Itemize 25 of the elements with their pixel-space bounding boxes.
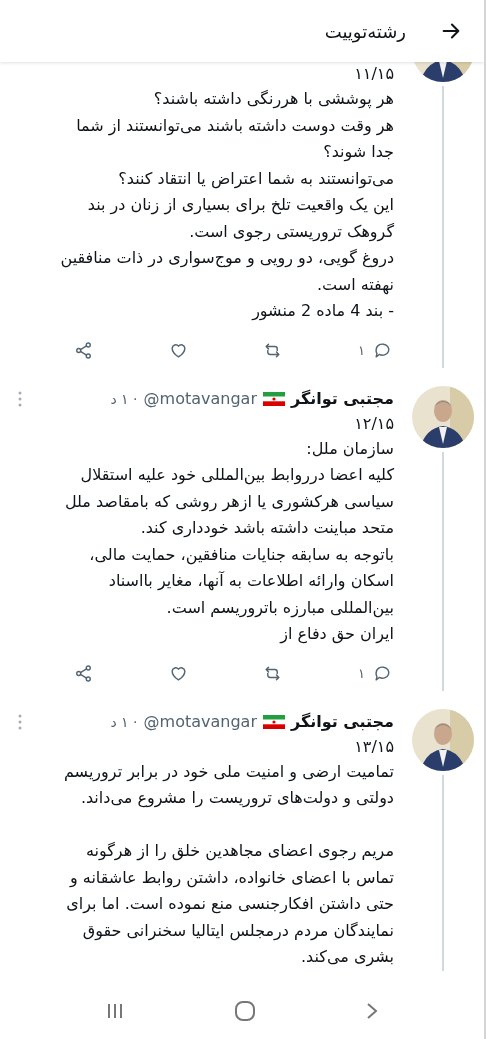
user-handle: @motavangar <box>143 712 257 731</box>
retweet-icon[interactable] <box>263 663 283 683</box>
post-date: ۱۲/۱۵ <box>353 412 394 435</box>
home-icon[interactable] <box>234 1000 256 1022</box>
tweet-text: هر پوششی با هررنگی داشته باشند؟ هر وقت دوست داشته باشند می‌توانستند از شما جدا شوند؟ می‌توانستند به شما اعتراض یا انتقاد کنند؟ این یک واقعیت تلخ برای بسیاری از زنان در بند گروهک تروریستی رجوی است. دروغ گویی، دو رویی و موج‌سواری در ذات منافقین نهفته است. - بند 4 ماده 2 منشور <box>59 88 394 323</box>
share-icon[interactable] <box>74 663 93 683</box>
reply-count: ۱ <box>358 665 365 681</box>
tweet-text: سازمان ملل: کلیه اعضا درروابط بین‌المللی خود علیه استقلال سیاسی هرکشوری یا ازهر روشی که بامقاصد ملل متحد مباینت داشته باشد خودداری کند. باتوجه به سابقه جنایات منافقین، حمایت مالی، اسکان وارائه اطلاعات به آنها، مغایر بااسناد بین‌المللی مبارزه باتروریسم است. ایران حق دفاع از <box>63 437 394 646</box>
post-date: ۱۱/۱۵ <box>353 63 394 85</box>
author-name[interactable]: مجتبی توانگر <box>290 712 394 731</box>
retweet-icon[interactable] <box>263 340 283 360</box>
author-name[interactable]: مجتبی توانگر <box>290 389 394 408</box>
post-time: · ۱ د <box>110 390 138 407</box>
reply-count: ۱ <box>358 342 365 358</box>
user-handle: @motavangar <box>143 389 257 408</box>
reply-icon[interactable] <box>373 340 392 360</box>
page-title: رشته‌توییت <box>324 20 406 42</box>
tweet-text: تمامیت ارضی و امنیت ملی خود در برابر تروریسم دولتی و دولت‌های تروریست را مشروع می‌داند. مریم رجوی اعضای مجاهدین خلق را از هرگونه تماس با اعضای خانواده، داشتن روابط عاشقانه و حتی داشتن افکارجنسی منع نموده است. اما برای نمایندگان مردم درمجلس ایتالیا سخنرانی حقوق بشری می‌کند. <box>62 760 394 969</box>
flag-icon <box>262 391 285 406</box>
reply-icon[interactable] <box>373 663 392 683</box>
back-icon[interactable] <box>365 1001 380 1021</box>
post-date: ۱۳/۱۵ <box>353 735 394 758</box>
post-time: · ۱ د <box>110 713 138 730</box>
flag-icon <box>262 714 285 729</box>
share-icon[interactable] <box>74 340 93 360</box>
